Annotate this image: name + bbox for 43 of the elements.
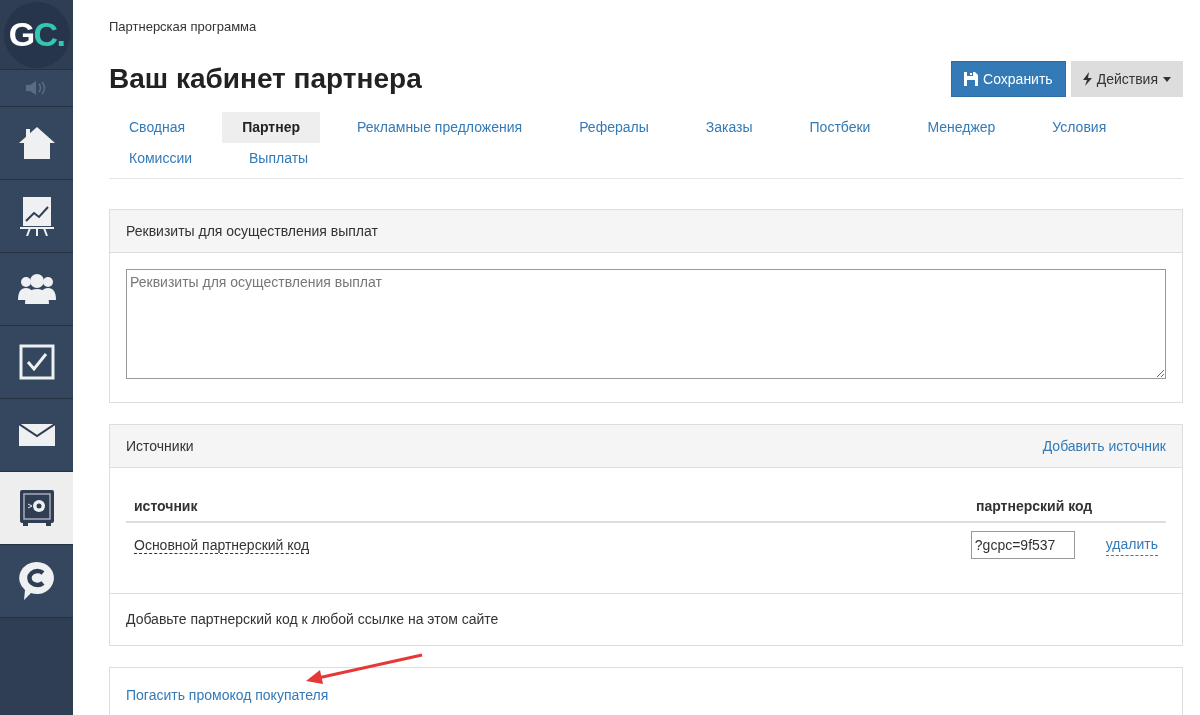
column-header: источник — [133, 496, 199, 516]
envelope-icon — [18, 424, 55, 446]
sidebar-item[interactable] — [0, 326, 73, 399]
chart-board-icon — [19, 196, 54, 236]
lightning-icon — [1082, 72, 1092, 86]
sidebar-item[interactable] — [0, 545, 73, 618]
tab[interactable]: Выплаты — [229, 143, 329, 174]
footer-text: Добавьте партнерский код к любой ссылке на этом сайте — [110, 593, 1182, 645]
code-field[interactable]: ?gcpc=9f537 — [970, 531, 1075, 559]
sidebar-item[interactable] — [0, 107, 73, 180]
tab[interactable]: Заказы — [685, 112, 773, 143]
panel-header: Реквизиты для осуществления выплат — [110, 210, 1182, 253]
column-header: партнерский код — [976, 496, 1094, 516]
house-icon — [17, 126, 56, 160]
logo[interactable]: GC. — [3, 1, 70, 68]
tab[interactable]: Рекламные предложения — [337, 112, 543, 143]
caret-icon — [1163, 76, 1171, 82]
sidebar-item[interactable] — [0, 180, 73, 253]
tab[interactable]: Условия — [1032, 112, 1127, 143]
page-title: Ваш кабинет партнера — [109, 62, 422, 96]
breadcrumb: Партнерская программа — [109, 18, 258, 36]
tab[interactable]: Менеджер — [907, 112, 1016, 143]
save-button[interactable]: Сохранить — [951, 61, 1066, 97]
actions-button[interactable]: Действия — [1070, 61, 1183, 97]
sidebar-item[interactable] — [0, 472, 73, 545]
sidebar-item[interactable] — [0, 253, 73, 326]
safe-icon — [18, 489, 55, 527]
tab[interactable]: Сводная — [109, 112, 206, 143]
panel-title: Источники — [126, 436, 194, 456]
redeem-promo-link[interactable]: Погасить промокод покупателя — [126, 684, 329, 706]
checkbox-icon — [18, 344, 55, 380]
tab[interactable]: Комиссии — [109, 143, 213, 174]
add-source-link[interactable]: Добавить источник — [1042, 435, 1166, 457]
source-link[interactable]: Основной партнерский код — [134, 536, 310, 554]
tab[interactable]: Постбеки — [789, 112, 891, 143]
speaker-icon — [25, 81, 48, 95]
sidebar-item[interactable] — [0, 399, 73, 472]
tab[interactable]: Рефералы — [559, 112, 669, 143]
tab[interactable]: Партнер — [222, 112, 320, 143]
users-icon — [17, 274, 56, 304]
chat-bubble-icon — [18, 561, 55, 601]
delete-link[interactable]: удалить — [1105, 534, 1158, 556]
textarea-field[interactable]: Реквизиты для осуществления выплат — [126, 269, 1166, 379]
